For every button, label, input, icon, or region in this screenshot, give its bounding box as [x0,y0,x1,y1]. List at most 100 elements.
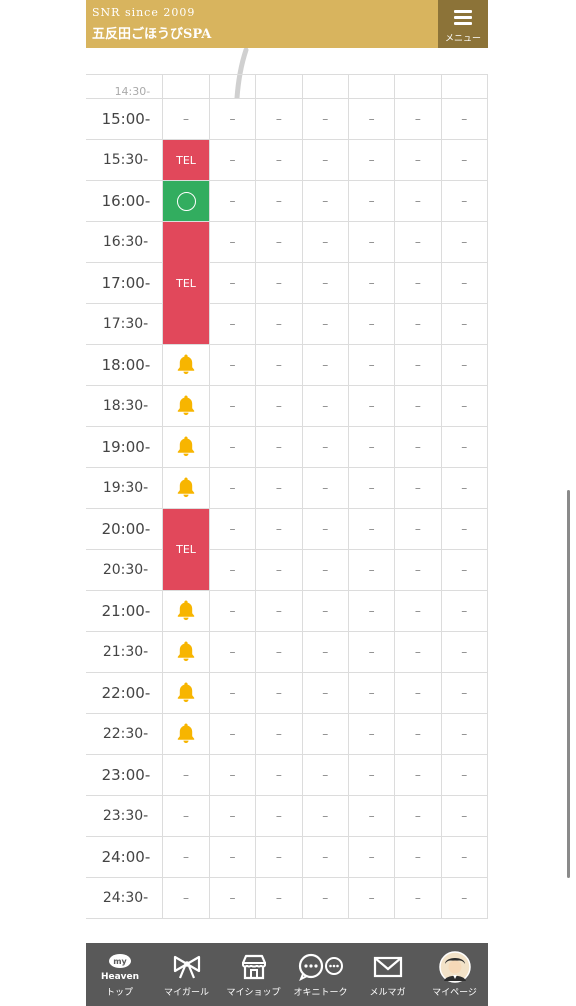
slot-dash: – [208,467,257,509]
time-label: 22:30- [86,713,164,755]
slot-available[interactable] [162,180,210,222]
nav-item-label: オキニトーク [293,988,348,998]
slot-dash: – [394,385,442,427]
nav-item[interactable]: my Heaven トップ [86,943,153,1006]
table-row: 18:00- – – – – – – [86,344,488,386]
slot-dash: – [301,426,349,468]
slot-dash: – [208,631,257,673]
slot-dash: – [255,139,303,181]
nav-item[interactable]: マイページ [421,943,488,1006]
slot-bell[interactable] [162,426,210,468]
slot-dash: – [394,795,442,837]
menu-button[interactable]: メニュー [438,0,488,48]
slot-dash: – [440,98,488,140]
time-label: 21:30- [86,631,164,673]
slot-dash: – [394,221,442,263]
slot-tel[interactable]: TEL [162,139,210,181]
slot-dash: – [394,590,442,632]
slot-dash: – [394,836,442,878]
slot-dash: – [301,508,349,550]
nav-item[interactable]: マイガール [153,943,220,1006]
slot-dash: – [440,303,488,345]
slot-dash: – [208,836,257,878]
slot-dash: – [301,385,349,427]
slot-dash: – [347,795,396,837]
slot-dash: – [440,467,488,509]
time-label: 19:00- [86,426,164,468]
slot-dash: – [440,713,488,755]
slot-tel[interactable]: TEL [162,508,210,591]
slot-dash: – [208,344,257,386]
slot-dash: – [394,877,442,919]
ribbon-icon [153,952,220,982]
slot-dash: – [255,303,303,345]
slot-dash: – [440,836,488,878]
table-row: 19:00- – – – – – – [86,426,488,468]
slot-dash: – [255,98,303,140]
table-row: 15:30- TEL – – – – – – [86,139,488,181]
avatar-icon [421,951,488,983]
slot-dash: – [301,631,349,673]
slot-bell[interactable] [162,467,210,509]
slot-bell[interactable] [162,385,210,427]
slot-empty [255,74,303,99]
nav-item[interactable]: マイショップ [220,943,287,1006]
slot-dash: – [440,795,488,837]
table-row: 23:00- – – – – – – – [86,754,488,796]
table-row: 19:30- – – – – – – [86,467,488,509]
table-row: 17:30- – – – – – – [86,303,488,345]
table-row: 14:30- [86,74,488,99]
slot-dash: – [347,713,396,755]
slot-dash: – [301,672,349,714]
slot-dash: – [440,877,488,919]
slot-dash: – [347,590,396,632]
table-row: 16:00- – – – – – – [86,180,488,222]
slot-empty [440,74,488,99]
slot-bell[interactable] [162,631,210,673]
slot-bell[interactable] [162,590,210,632]
slot-bell[interactable] [162,672,210,714]
slot-dash: – [347,262,396,304]
table-row: 18:30- – – – – – – [86,385,488,427]
slot-dash: – [255,631,303,673]
table-row: 23:30- – – – – – – – [86,795,488,837]
svg-text:my: my [113,957,127,966]
slot-dash: – [347,98,396,140]
slot-dash: – [347,385,396,427]
slot-dash: – [301,713,349,755]
shop-logo[interactable]: SNR since 2009 五反田ごほうびSPA [92,6,252,44]
time-label: 23:00- [86,754,164,796]
slot-bell[interactable] [162,713,210,755]
bell-icon [176,681,196,706]
slot-bell[interactable] [162,344,210,386]
slot-dash: – [255,590,303,632]
nav-item[interactable]: オキニトーク [287,943,354,1006]
nav-item[interactable]: メルマガ [354,943,421,1006]
slot-dash: – [255,344,303,386]
bell-icon [176,353,196,378]
slot-dash: – [440,508,488,550]
header: SNR since 2009 五反田ごほうびSPA メニュー [86,0,488,48]
slot-dash: – [440,385,488,427]
scrollbar[interactable] [567,490,570,878]
slot-dash: – [301,98,349,140]
table-row: 24:00- – – – – – – – [86,836,488,878]
time-label: 20:00- [86,508,164,550]
slot-dash: – [394,344,442,386]
slot-empty [394,74,442,99]
slot-dash: – [301,180,349,222]
slot-dash: – [440,754,488,796]
slot-dash: – [440,631,488,673]
slot-dash: – [301,836,349,878]
time-label: 16:00- [86,180,164,222]
slot-dash: – [347,877,396,919]
slot-dash: – [162,98,210,140]
slot-tel[interactable]: TEL [162,221,210,345]
menu-label: メニュー [444,34,481,44]
slot-dash: – [394,549,442,591]
slot-dash: – [347,549,396,591]
slot-empty [301,74,349,99]
time-label: 23:30- [86,795,164,837]
app-frame: SNR since 2009 五反田ごほうびSPA メニュー 14:30- 15:… [86,0,488,1006]
slot-dash: – [208,549,257,591]
